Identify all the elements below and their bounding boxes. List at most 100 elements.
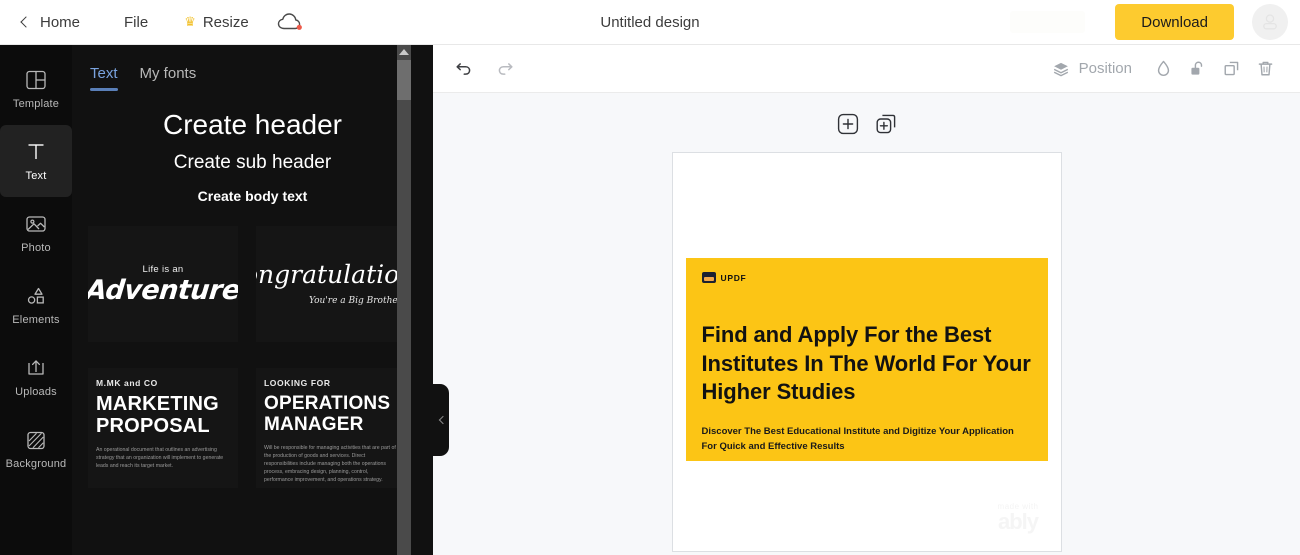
elements-icon bbox=[24, 284, 48, 308]
add-page-button[interactable] bbox=[836, 112, 860, 136]
droplet-icon bbox=[1154, 59, 1173, 78]
avatar[interactable] bbox=[1252, 4, 1288, 40]
text-template-card[interactable]: Congratulations! You're a Big Brother bbox=[256, 226, 406, 342]
object-controls: Position bbox=[1038, 54, 1282, 84]
background-icon bbox=[24, 428, 48, 452]
position-button[interactable]: Position bbox=[1038, 60, 1146, 78]
sidebar-item-template-label: Template bbox=[13, 98, 59, 110]
file-label: File bbox=[124, 14, 148, 31]
redo-button[interactable] bbox=[491, 55, 519, 83]
template-title: Adventure bbox=[88, 277, 238, 304]
template-kicker: M.MK and CO bbox=[96, 378, 158, 388]
duplicate-page-icon bbox=[875, 113, 897, 135]
sidebar-item-template[interactable]: Template bbox=[0, 53, 72, 125]
text-template-card[interactable]: M.MK and CO MARKETING PROPOSAL An operat… bbox=[88, 368, 238, 488]
template-body: Will be responsible for managing activit… bbox=[264, 444, 398, 484]
chevron-left-icon bbox=[20, 16, 31, 27]
duplicate-page-button[interactable] bbox=[874, 112, 898, 136]
top-bar-left-group: Home File ♛ Resize bbox=[0, 0, 313, 44]
chevron-left-icon bbox=[438, 416, 446, 424]
panel-scrollbar[interactable] bbox=[397, 45, 411, 555]
uploads-icon bbox=[24, 356, 48, 380]
page-controls bbox=[836, 112, 898, 136]
updf-logo-icon bbox=[702, 272, 716, 283]
design-headline[interactable]: Find and Apply For the Best Institutes I… bbox=[702, 321, 1032, 407]
editor-area: Position bbox=[433, 45, 1300, 555]
template-kicker: Life is an bbox=[142, 264, 183, 275]
text-template-row: M.MK and CO MARKETING PROPOSAL An operat… bbox=[88, 368, 417, 488]
duplicate-icon bbox=[1222, 59, 1241, 78]
text-panel: Text My fonts Create header Create sub h… bbox=[72, 45, 433, 555]
document-title-text[interactable]: Untitled design bbox=[600, 14, 699, 31]
watermark: made with ably bbox=[998, 502, 1039, 533]
text-template-card[interactable]: LOOKING FOR OPERATIONS MANAGER Will be r… bbox=[256, 368, 406, 488]
sidebar-item-elements[interactable]: Elements bbox=[0, 269, 72, 341]
sidebar-item-elements-label: Elements bbox=[12, 314, 59, 326]
cloud-save-status-button[interactable] bbox=[267, 12, 313, 32]
design-subtext[interactable]: Discover The Best Educational Institute … bbox=[702, 425, 1032, 454]
layers-icon bbox=[1052, 60, 1070, 78]
lock-button[interactable] bbox=[1180, 54, 1214, 84]
template-title: Congratulations! bbox=[256, 262, 406, 287]
canvas-area: UPDF Find and Apply For the Best Institu… bbox=[433, 93, 1300, 555]
panel-collapse-handle[interactable] bbox=[433, 384, 449, 456]
delete-button[interactable] bbox=[1248, 54, 1282, 84]
history-controls bbox=[449, 55, 519, 83]
placeholder-chip bbox=[1010, 11, 1085, 33]
sidebar-item-text[interactable]: Text bbox=[0, 125, 72, 197]
design-editor-app: Home File ♛ Resize Untitled design Downl… bbox=[0, 0, 1300, 555]
watermark-brand-text: ably bbox=[998, 511, 1039, 533]
text-template-grid: Life is an Adventure Congratulations! Yo… bbox=[72, 226, 433, 555]
create-text-actions: Create header Create sub header Create b… bbox=[72, 91, 433, 204]
text-template-row: Life is an Adventure Congratulations! Yo… bbox=[88, 226, 417, 342]
top-bar: Home File ♛ Resize Untitled design Downl… bbox=[0, 0, 1300, 45]
brand-name: UPDF bbox=[721, 273, 747, 283]
user-icon bbox=[1259, 11, 1281, 33]
trash-icon bbox=[1256, 59, 1275, 78]
tab-my-fonts[interactable]: My fonts bbox=[140, 65, 197, 91]
create-sub-header-button[interactable]: Create sub header bbox=[72, 152, 433, 174]
canvas-toolbar: Position bbox=[433, 45, 1300, 93]
duplicate-button[interactable] bbox=[1214, 54, 1248, 84]
photo-icon bbox=[24, 212, 48, 236]
scrollbar-thumb[interactable] bbox=[397, 60, 411, 100]
text-icon bbox=[24, 140, 48, 164]
download-button[interactable]: Download bbox=[1115, 4, 1234, 40]
file-menu-button[interactable]: File bbox=[106, 0, 166, 44]
position-label: Position bbox=[1079, 60, 1132, 77]
create-body-text-button[interactable]: Create body text bbox=[72, 188, 433, 204]
undo-button[interactable] bbox=[449, 55, 477, 83]
sidebar-item-uploads[interactable]: Uploads bbox=[0, 341, 72, 413]
template-kicker: LOOKING FOR bbox=[264, 378, 331, 388]
unlock-icon bbox=[1188, 59, 1207, 78]
editor-body: Template Text Photo bbox=[0, 45, 1300, 555]
sidebar-item-photo[interactable]: Photo bbox=[0, 197, 72, 269]
home-button[interactable]: Home bbox=[22, 0, 106, 44]
panel-tabs: Text My fonts bbox=[72, 45, 433, 91]
undo-icon bbox=[454, 59, 473, 78]
crown-icon: ♛ bbox=[184, 15, 196, 28]
sidebar-item-background-label: Background bbox=[6, 458, 67, 470]
tab-text[interactable]: Text bbox=[90, 65, 118, 91]
transparency-button[interactable] bbox=[1146, 54, 1180, 84]
template-title: MARKETING PROPOSAL bbox=[96, 394, 230, 437]
top-bar-right-group: Download bbox=[1010, 0, 1300, 44]
design-banner[interactable]: UPDF Find and Apply For the Best Institu… bbox=[686, 258, 1048, 461]
resize-button[interactable]: ♛ Resize bbox=[166, 0, 267, 44]
text-template-card[interactable]: Life is an Adventure bbox=[88, 226, 238, 342]
scroll-up-arrow-icon[interactable] bbox=[399, 49, 409, 55]
template-icon bbox=[24, 68, 48, 92]
resize-label: Resize bbox=[203, 14, 249, 31]
template-subtitle: You're a Big Brother bbox=[309, 296, 402, 306]
template-body: An operational document that outlines an… bbox=[96, 446, 230, 470]
redo-icon bbox=[496, 59, 515, 78]
template-title: OPERATIONS MANAGER bbox=[264, 394, 398, 435]
sidebar-item-background[interactable]: Background bbox=[0, 413, 72, 485]
add-page-icon bbox=[837, 113, 859, 135]
design-page[interactable]: UPDF Find and Apply For the Best Institu… bbox=[672, 152, 1062, 552]
sidebar-item-photo-label: Photo bbox=[21, 242, 51, 254]
cloud-icon bbox=[277, 12, 303, 32]
sidebar-item-text-label: Text bbox=[26, 170, 47, 182]
sidebar-item-uploads-label: Uploads bbox=[15, 386, 57, 398]
create-header-button[interactable]: Create header bbox=[72, 109, 433, 141]
